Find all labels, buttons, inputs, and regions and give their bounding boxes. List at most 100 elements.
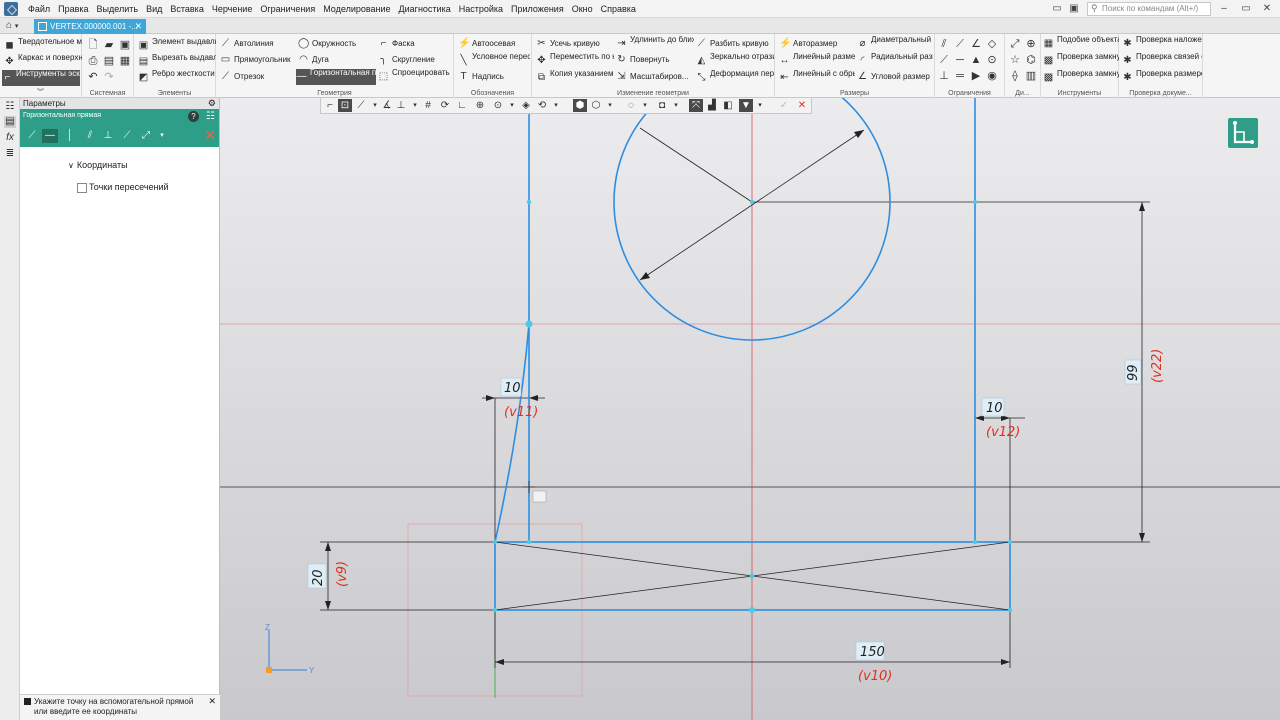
check-links-button[interactable]: ✱ Проверка связей обозна...: [1122, 53, 1202, 69]
zoom-icon[interactable]: ⊙: [491, 99, 505, 112]
local-cs-icon[interactable]: ⊥: [394, 99, 408, 112]
copy-button[interactable]: ⧉ Копия указанием: [536, 70, 614, 86]
mode-solid-modeling[interactable]: ◼ Твердотельное моделирование: [4, 38, 82, 54]
dim-value-v22[interactable]: 99: [1126, 364, 1141, 381]
help-icon[interactable]: ?: [188, 111, 199, 122]
layer-icon[interactable]: ▟: [705, 99, 719, 112]
menu-insert[interactable]: Вставка: [166, 4, 207, 14]
radial-dimension-button[interactable]: ◜ Радиальный размер: [857, 53, 933, 69]
intersections-checkbox[interactable]: [77, 182, 87, 193]
display-style-icon[interactable]: ⬡: [589, 99, 603, 112]
constraint-equal-icon[interactable]: ═: [953, 69, 967, 83]
di-tool-6-icon[interactable]: ▥: [1024, 69, 1038, 83]
open-icon[interactable]: ▰: [102, 38, 116, 52]
conditional-intersection-button[interactable]: ╲ Условное пересечение: [458, 53, 530, 69]
menu-help[interactable]: Справка: [597, 4, 640, 14]
mode-tangent-icon[interactable]: ⟋: [119, 129, 135, 143]
zoom-menu-icon[interactable]: ▾: [505, 99, 519, 112]
gear-icon[interactable]: ⚙: [208, 98, 216, 109]
fillet-button[interactable]: ╮ Скругление: [378, 52, 452, 68]
graphics-viewport[interactable]: 10 (v11) 10 (v12) 99 (v22) 20 (v9) 150 (…: [220, 98, 1280, 720]
di-tool-2-icon[interactable]: ⊕: [1024, 37, 1038, 51]
diameter-dimension-button[interactable]: ⌀ Диаметральный размер: [857, 36, 933, 52]
move-by-coords-button[interactable]: ✥ Переместить по координатам: [536, 53, 614, 69]
trim-button[interactable]: ✂ Усечь кривую: [536, 36, 614, 52]
constraint-angle-icon[interactable]: ∠: [969, 37, 983, 51]
sketch-points[interactable]: [492, 199, 1013, 613]
filter-menu-icon[interactable]: ▾: [753, 99, 767, 112]
command-search-input[interactable]: Поиск по командам (Alt+/): [1087, 2, 1211, 16]
di-tool-3-icon[interactable]: ☆: [1008, 53, 1022, 67]
constraint-collinear-icon[interactable]: ⟋: [953, 37, 967, 51]
check-overlap-button[interactable]: ✱ Проверка наложения эл...: [1122, 36, 1202, 52]
sketch-canvas[interactable]: 10 (v11) 10 (v12) 99 (v22) 20 (v9) 150 (…: [220, 98, 1280, 720]
extrude-button[interactable]: ▣Элемент выдавливания: [138, 38, 216, 54]
ribbon-collapse-icon[interactable]: ︾: [0, 87, 81, 97]
project-object-button[interactable]: ⬚Спроецировать объект: [378, 69, 452, 85]
display-menu-icon[interactable]: ▾: [603, 99, 617, 112]
zoom-window-icon[interactable]: ⊕: [473, 99, 487, 112]
pan-icon[interactable]: ◈: [519, 99, 533, 112]
variables-icon[interactable]: fx: [4, 132, 16, 144]
tilted-line[interactable]: [494, 323, 530, 543]
mode-bisector-icon[interactable]: ⤢: [138, 129, 154, 143]
menu-constraints[interactable]: Ограничения: [256, 4, 319, 14]
close-window-icon[interactable]: ✕: [1260, 2, 1274, 16]
mode-parallel-line-icon[interactable]: ⫽: [82, 129, 98, 143]
dim-value-v9[interactable]: 20: [311, 569, 326, 586]
menu-diagnostics[interactable]: Диагностика: [395, 4, 455, 14]
menu-apps[interactable]: Приложения: [507, 4, 568, 14]
cancel-icon[interactable]: ✕: [204, 127, 216, 144]
confirm-icon[interactable]: ✓: [777, 99, 791, 112]
sketch-mode-icon[interactable]: ⌐: [323, 99, 337, 112]
check-closure-o-button[interactable]: ▩Проверка замкнутости о...: [1043, 70, 1119, 86]
mode-horizontal-line-icon[interactable]: ―: [42, 129, 58, 143]
layers-icon[interactable]: ≣: [4, 148, 16, 160]
view-orientation-icon[interactable]: ⬢: [573, 99, 587, 112]
hide-menu-icon[interactable]: ▾: [638, 99, 652, 112]
mode-surfaces[interactable]: ✥ Каркас и поверхности: [4, 54, 82, 70]
chamfer-button[interactable]: ⌐ Фаска: [378, 36, 452, 52]
tab-document[interactable]: VERTEX.000000.001 -... ✕: [34, 19, 146, 34]
check-dimensions-button[interactable]: ✱ Проверка размеров: [1122, 70, 1202, 86]
di-tool-5-icon[interactable]: ⟠: [1008, 69, 1022, 83]
rotate-view-icon[interactable]: ⟲: [535, 99, 549, 112]
linear-dimension-button[interactable]: ↔ Линейный размер: [779, 53, 856, 69]
check-closure-d-button[interactable]: ▩Проверка замкнутости д...: [1043, 53, 1119, 69]
abort-icon[interactable]: ✕: [795, 99, 809, 112]
mode-angled-line-icon[interactable]: ⟋: [24, 129, 40, 143]
object-similarity-button[interactable]: ▦ Подобие объекта: [1043, 36, 1119, 52]
auto-axis-button[interactable]: ⚡ Автоосевая: [458, 36, 530, 52]
close-hint-icon[interactable]: ✕: [208, 696, 216, 706]
mode-vertical-line-icon[interactable]: │: [62, 129, 78, 143]
angle-dimension-button[interactable]: ∠ Угловой размер: [857, 69, 933, 85]
angle-snap-icon[interactable]: ∟: [455, 99, 469, 112]
menu-edit[interactable]: Правка: [54, 4, 92, 14]
filter-icon[interactable]: ▼: [739, 99, 753, 112]
linear-break-button[interactable]: ⇤ Линейный с обрывом: [779, 70, 855, 86]
coordinates-section[interactable]: ∨ Координаты: [68, 160, 128, 170]
rotate-button[interactable]: ↻ Повернуть: [616, 52, 694, 68]
model-tree-icon[interactable]: ☷: [4, 101, 16, 113]
close-tab-icon[interactable]: ✕: [134, 19, 142, 34]
constraint-concentric-icon[interactable]: ⊙: [985, 53, 999, 67]
print-icon[interactable]: ⎙: [86, 54, 100, 68]
properties-icon[interactable]: ▦: [118, 54, 132, 68]
hide-icon[interactable]: ◌: [624, 99, 638, 112]
sketch-mode-badge[interactable]: [1228, 118, 1258, 148]
segment-button[interactable]: ⟋ Отрезок: [220, 69, 294, 85]
filter-objects-icon[interactable]: ⤧: [689, 99, 703, 112]
new-document-icon[interactable]: 🗋: [86, 38, 100, 52]
mirror-button[interactable]: ◭ Зеркально отразить: [696, 53, 774, 69]
constraint-coincident-icon[interactable]: ◉: [985, 69, 999, 83]
autoline-button[interactable]: ⟋ Автолиния: [220, 36, 294, 52]
redo-icon[interactable]: ↷: [102, 70, 116, 84]
mode-more-icon[interactable]: ▾: [154, 129, 170, 143]
undo-icon[interactable]: ↶: [86, 70, 100, 84]
grid-snap-icon[interactable]: ∡: [380, 99, 394, 112]
constraint-fix-icon[interactable]: ▲: [969, 53, 983, 67]
rotate-menu-icon[interactable]: ▾: [549, 99, 563, 112]
menu-modeling[interactable]: Моделирование: [319, 4, 394, 14]
horizontal-line-button[interactable]: ―Горизонтальная прямая: [296, 69, 376, 85]
constraint-perpendicular-icon[interactable]: ⊥: [937, 69, 951, 83]
